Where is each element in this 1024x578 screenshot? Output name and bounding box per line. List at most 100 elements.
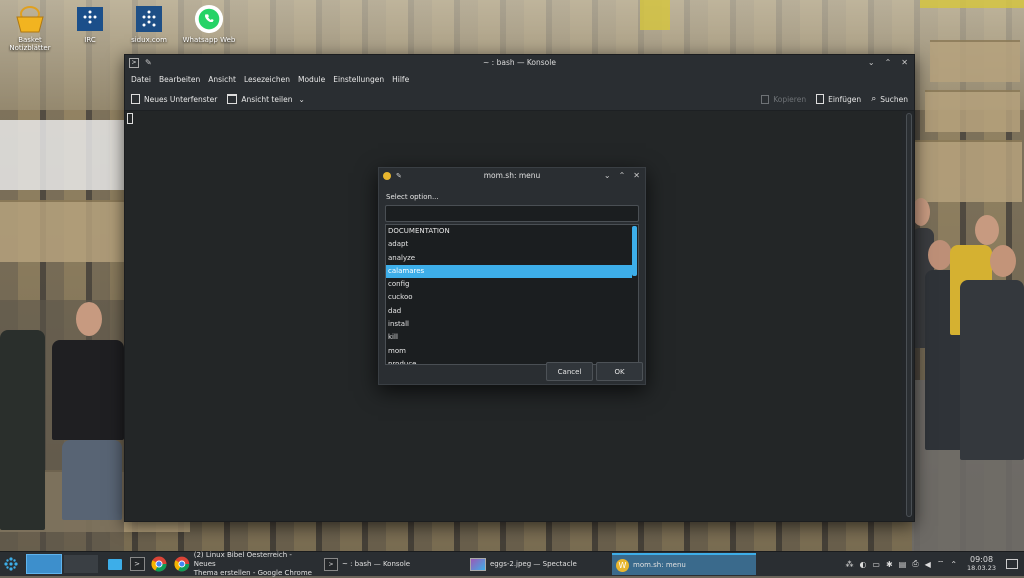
desktop-icon-label: Whatsapp Web [182, 36, 236, 44]
dialog-minimize-button[interactable]: ⌄ [604, 171, 611, 180]
list-scrollbar[interactable] [632, 226, 637, 276]
task-spectacle[interactable]: eggs-2.jpeg — Spectacle [466, 553, 610, 575]
desktop-icon-whatsapp[interactable]: Whatsapp Web [179, 4, 239, 44]
clipboard-icon[interactable]: ▭ [872, 560, 880, 569]
list-item[interactable]: dad [386, 305, 638, 318]
task-label: (2) Linux Bibel Oesterreich - Neues [193, 550, 292, 568]
chrome-icon [151, 556, 167, 572]
show-desktop-icon[interactable] [1006, 559, 1018, 569]
clock[interactable]: 09:08 18.03.23 [967, 556, 996, 573]
list-item[interactable]: kill [386, 331, 638, 344]
desktop-icon-basket[interactable]: Basket Notizblätter [0, 4, 60, 52]
network-icon[interactable]: ⌔ [937, 559, 945, 569]
pin-icon[interactable]: ✎ [396, 172, 402, 180]
taskbar: > (2) Linux Bibel Oesterreich - Neues Th… [0, 550, 1024, 577]
minimize-button[interactable]: ⌄ [868, 58, 875, 67]
irc-icon [75, 4, 105, 34]
menu-bearbeiten[interactable]: Bearbeiten [155, 75, 204, 84]
terminal-launcher[interactable]: > [126, 553, 148, 575]
volume-icon[interactable]: ◀ [925, 560, 931, 569]
dialog-prompt: Select option... [386, 193, 439, 201]
dialog-maximize-button[interactable]: ⌃ [619, 171, 626, 180]
list-item-selected[interactable]: calamares [386, 264, 632, 279]
spectacle-icon [470, 557, 486, 571]
split-view-button[interactable]: Ansicht teilen ⌄ [227, 94, 305, 104]
new-tab-button[interactable]: Neues Unterfenster [131, 94, 217, 104]
menu-module[interactable]: Module [294, 75, 329, 84]
notes-icon[interactable]: ▤ [899, 560, 907, 569]
pin-icon[interactable]: ✎ [145, 58, 152, 68]
desktop-icon-label: IRC [84, 36, 96, 44]
task-mom-menu[interactable]: W mom.sh: menu [612, 553, 756, 575]
menu-hilfe[interactable]: Hilfe [388, 75, 413, 84]
list-item[interactable]: adapt [386, 238, 638, 251]
basket-icon [15, 4, 45, 34]
list-item[interactable]: analyze [386, 252, 638, 265]
menu-lesezeichen[interactable]: Lesezeichen [240, 75, 294, 84]
list-item[interactable]: mom [386, 345, 638, 358]
share-icon[interactable]: ⁂ [845, 560, 853, 569]
chrome-icon [174, 556, 190, 572]
terminal-app-icon[interactable]: > [129, 57, 139, 68]
task-chrome[interactable]: (2) Linux Bibel Oesterreich - Neues Them… [170, 550, 318, 577]
list-item[interactable]: install [386, 318, 638, 331]
toolbar: Neues Unterfenster Ansicht teilen ⌄ Kopi… [125, 88, 914, 111]
folder-icon [108, 558, 122, 570]
pager-desktop-2[interactable] [64, 555, 98, 573]
search-button[interactable]: ⌕ Suchen [871, 94, 908, 104]
maximize-button[interactable]: ⌃ [885, 58, 892, 67]
dialog-app-icon: W [616, 558, 629, 572]
dialog-close-button[interactable]: ✕ [633, 171, 640, 180]
copy-icon [761, 94, 770, 104]
dialog-titlebar[interactable]: ✎ mom.sh: menu ⌄ ⌃ ✕ [379, 168, 645, 183]
desktop-icon-irc[interactable]: IRC [60, 4, 120, 44]
desktop-icon-sidux[interactable]: sidux.com [119, 4, 179, 44]
file-manager-button[interactable] [104, 553, 126, 575]
copy-button[interactable]: Kopieren [761, 94, 806, 104]
close-button[interactable]: ✕ [901, 58, 908, 67]
list-item[interactable]: config [386, 278, 638, 291]
bluetooth-icon[interactable]: ✱ [886, 560, 893, 569]
desktop-icon-label: sidux.com [131, 36, 167, 44]
expand-tray-icon[interactable]: ⌃ [950, 560, 957, 569]
task-konsole[interactable]: > ~ : bash — Konsole [320, 553, 464, 575]
cancel-button[interactable]: Cancel [546, 362, 593, 381]
app-launcher-button[interactable] [0, 553, 22, 575]
konsole-titlebar[interactable]: > ✎ ~ : bash — Konsole ⌄ ⌃ ✕ [125, 55, 914, 70]
menu-ansicht[interactable]: Ansicht [204, 75, 240, 84]
menu-einstellungen[interactable]: Einstellungen [329, 75, 388, 84]
option-list[interactable]: DOCUMENTATION adapt analyze calamares co… [385, 224, 639, 365]
terminal-icon: > [324, 557, 338, 571]
list-item[interactable]: cuckoo [386, 291, 638, 304]
paste-button[interactable]: Einfügen [816, 94, 861, 104]
task-label: eggs-2.jpeg — Spectacle [490, 560, 577, 568]
terminal-scrollbar[interactable] [906, 113, 912, 517]
printer-icon[interactable]: ⎙ [912, 559, 918, 569]
menu-datei[interactable]: Datei [127, 75, 155, 84]
dialog-app-icon[interactable] [383, 171, 391, 180]
search-icon: ⌕ [871, 94, 877, 104]
ok-button[interactable]: OK [596, 362, 643, 381]
sidux-icon [134, 4, 164, 34]
menu-dialog: ✎ mom.sh: menu ⌄ ⌃ ✕ Select option... DO… [378, 167, 646, 385]
task-label: mom.sh: menu [633, 561, 686, 569]
new-tab-icon [131, 94, 140, 104]
task-label: ~ : bash — Konsole [342, 560, 411, 568]
filter-input[interactable] [385, 205, 639, 222]
task-label: Thema erstellen - Google Chrome [193, 568, 312, 577]
list-item[interactable]: DOCUMENTATION [386, 225, 638, 238]
terminal-icon: > [129, 557, 145, 571]
menubar: Datei Bearbeiten Ansicht Lesezeichen Mod… [125, 70, 914, 88]
split-view-icon [227, 94, 238, 104]
pager-desktop-1[interactable] [26, 554, 62, 574]
whatsapp-icon [194, 4, 224, 34]
chrome-launcher[interactable] [148, 553, 170, 575]
launcher-icon [4, 557, 18, 571]
terminal-cursor [127, 113, 133, 124]
update-icon[interactable]: ◐ [859, 560, 866, 569]
window-title: ~ : bash — Konsole [483, 58, 556, 67]
chevron-down-icon: ⌄ [298, 94, 305, 104]
desktop-icon-label: Basket Notizblätter [9, 36, 51, 52]
paste-icon [816, 94, 825, 104]
system-tray: ⁂ ◐ ▭ ✱ ▤ ⎙ ◀ ⌔ ⌃ 09:08 18.03.23 [845, 556, 1024, 572]
